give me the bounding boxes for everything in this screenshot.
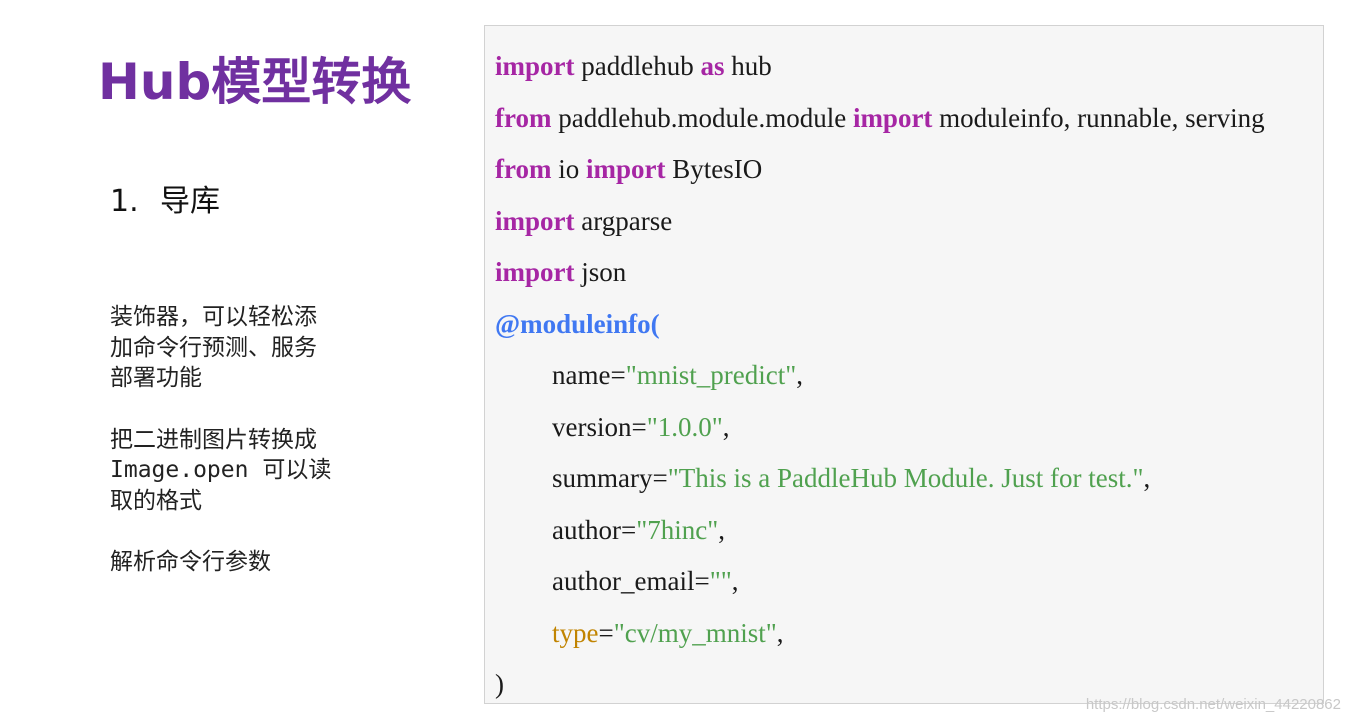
code-line: from paddlehub.module.module import modu… <box>495 93 1265 145</box>
code-token: "1.0.0" <box>646 411 723 442</box>
note-argparse: 解析命令行参数 <box>110 549 271 575</box>
code-token: "cv/my_mnist" <box>613 617 777 648</box>
code-token: io <box>551 154 586 184</box>
code-token: ) <box>495 669 504 699</box>
code-line: @moduleinfo( <box>495 299 1265 351</box>
code-token: summary= <box>552 463 668 493</box>
note-decorator: 装饰器，可以轻松添 加命令行预测、服务 部署功能 <box>110 304 317 391</box>
code-token: "mnist_predict" <box>625 360 797 390</box>
code-token: = <box>598 617 614 648</box>
code-token: author_email= <box>552 566 710 596</box>
code-token: version= <box>552 411 647 442</box>
section-heading: 1. 导库 <box>110 180 220 224</box>
section-title: 导库 <box>160 184 220 219</box>
code-token: , <box>718 514 725 545</box>
code-token: moduleinfo, runnable, serving <box>932 102 1265 133</box>
code-line: summary="This is a PaddleHub Module. Jus… <box>495 453 1265 505</box>
code-line: version="1.0.0", <box>495 402 1265 454</box>
code-token: json <box>574 257 627 287</box>
section-number: 1. <box>110 184 139 219</box>
code-token: "7hinc" <box>636 514 719 545</box>
code-token: hub <box>724 51 772 81</box>
code-line: import json <box>495 247 1265 299</box>
code-panel: import paddlehub as hub from paddlehub.mo… <box>484 25 1324 704</box>
code-token: from <box>495 154 552 184</box>
code-block: import paddlehub as hub from paddlehub.mo… <box>495 41 1265 703</box>
code-token: , <box>731 566 739 596</box>
code-line: name="mnist_predict", <box>495 350 1265 402</box>
code-token: "" <box>709 566 732 596</box>
code-token: paddlehub <box>574 51 701 81</box>
code-token: "This is a PaddleHub Module. Just for te… <box>667 463 1144 493</box>
code-line: author_email="", <box>495 556 1265 608</box>
code-token: as <box>700 51 725 81</box>
code-token: BytesIO <box>665 154 763 184</box>
code-token: author= <box>552 514 637 545</box>
code-token: argparse <box>574 205 673 236</box>
annotation-notes: 装饰器，可以轻松添 加命令行预测、服务 部署功能 把二进制图片转换成 Image… <box>110 302 360 578</box>
code-token: , <box>796 360 803 390</box>
code-line: import argparse <box>495 196 1265 248</box>
code-token: , <box>722 411 730 442</box>
code-token: , <box>1143 463 1151 493</box>
code-token: , <box>776 617 784 648</box>
code-token: import <box>495 51 575 81</box>
code-line: from io import BytesIO <box>495 144 1265 196</box>
code-token: @moduleinfo( <box>495 308 660 339</box>
code-token: paddlehub.module.module <box>551 102 853 133</box>
code-line: author="7hinc", <box>495 505 1265 557</box>
code-token: import <box>495 257 575 287</box>
code-token: import <box>495 205 575 236</box>
slide-title: Hub模型转换 <box>98 53 412 111</box>
note-bytesio: 把二进制图片转换成 Image.open 可以读 取的格式 <box>110 426 332 514</box>
code-line: type="cv/my_mnist", <box>495 608 1265 660</box>
code-token: from <box>495 102 552 133</box>
watermark: https://blog.csdn.net/weixin_44220862 <box>1085 696 1341 713</box>
code-token: import <box>852 102 933 133</box>
code-token: import <box>586 154 666 184</box>
code-token: name= <box>552 360 626 390</box>
code-line: import paddlehub as hub <box>495 41 1265 93</box>
code-token: type <box>552 617 599 648</box>
